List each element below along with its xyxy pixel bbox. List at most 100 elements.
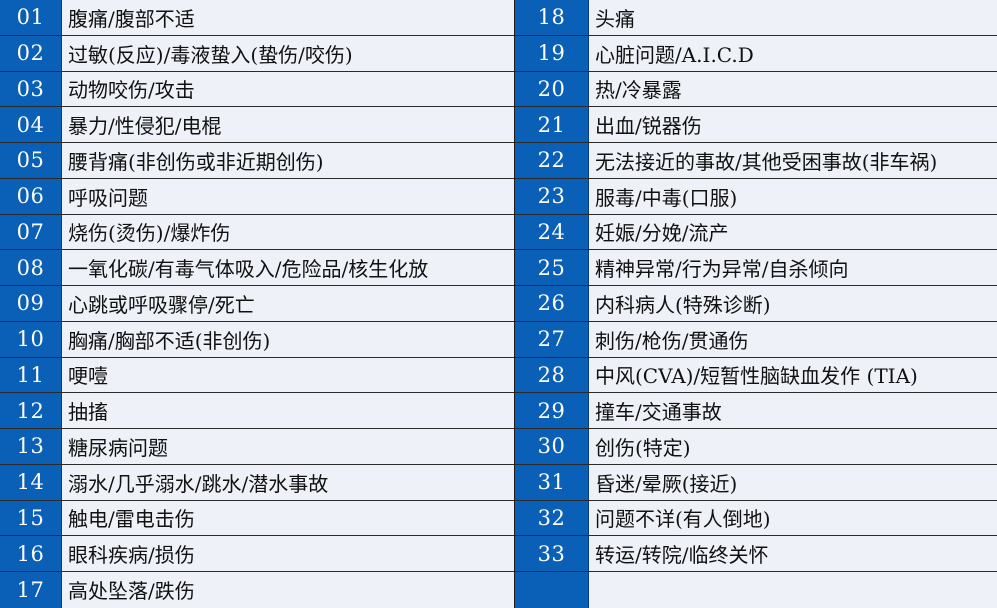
code-label: 呼吸问题 bbox=[62, 178, 514, 214]
code-label: 眼科疾病/损伤 bbox=[62, 536, 514, 571]
table-row: 17 高处坠落/跌伤 bbox=[0, 572, 514, 608]
table-row: 27 刺伤/枪伤/贯通伤 bbox=[515, 321, 997, 358]
code-number: 07 bbox=[0, 214, 62, 250]
table-row: 10 胸痛/胸部不适(非创伤) bbox=[0, 321, 514, 358]
code-number: 31 bbox=[515, 464, 589, 500]
code-label: 一氧化碳/有毒气体吸入/危险品/核生化放 bbox=[62, 250, 514, 285]
table-row: 33 转运/转院/临终关怀 bbox=[515, 536, 997, 572]
table-row: 24 妊娠/分娩/流产 bbox=[515, 214, 997, 251]
code-label: 抽搐 bbox=[62, 393, 514, 428]
protocol-code-table: 01 腹痛/腹部不适 02 过敏(反应)/毒液蛰入(蛰伤/咬伤) 03 动物咬伤/攻击… bbox=[0, 0, 997, 608]
code-label: 转运/转院/临终关怀 bbox=[589, 536, 997, 571]
code-label: 刺伤/枪伤/贯通伤 bbox=[589, 321, 997, 357]
code-label: 妊娠/分娩/流产 bbox=[589, 214, 997, 250]
table-row: 14 溺水/几乎溺水/跳水/潜水事故 bbox=[0, 464, 514, 501]
table-row: 15 触电/雷电击伤 bbox=[0, 500, 514, 537]
table-row: 31 昏迷/晕厥(接近) bbox=[515, 464, 997, 501]
table-row: 16 眼科疾病/损伤 bbox=[0, 536, 514, 572]
code-number: 13 bbox=[0, 429, 62, 464]
code-number: 30 bbox=[515, 429, 589, 464]
code-label: 热/冷暴露 bbox=[589, 71, 997, 107]
code-label: 心脏问题/A.I.C.D bbox=[589, 35, 997, 71]
code-number: 33 bbox=[515, 536, 589, 571]
code-number: 12 bbox=[0, 393, 62, 428]
table-row: 03 动物咬伤/攻击 bbox=[0, 71, 514, 108]
code-number: 24 bbox=[515, 214, 589, 250]
table-row: 26 内科病人(特殊诊断) bbox=[515, 286, 997, 322]
code-label bbox=[589, 572, 997, 608]
table-row: 06 呼吸问题 bbox=[0, 178, 514, 215]
code-label: 头痛 bbox=[589, 0, 997, 35]
code-label: 中风(CVA)/短暂性脑缺血发作 (TIA) bbox=[589, 357, 997, 393]
code-label: 心跳或呼吸骤停/死亡 bbox=[62, 286, 514, 321]
table-row: 32 问题不详(有人倒地) bbox=[515, 500, 997, 537]
table-row: 08 一氧化碳/有毒气体吸入/危险品/核生化放 bbox=[0, 250, 514, 286]
table-row: 28 中风(CVA)/短暂性脑缺血发作 (TIA) bbox=[515, 357, 997, 394]
table-row: 13 糖尿病问题 bbox=[0, 429, 514, 465]
table-row: 22 无法接近的事故/其他受困事故(非车祸) bbox=[515, 143, 997, 179]
code-number: 20 bbox=[515, 71, 589, 107]
code-number: 09 bbox=[0, 286, 62, 321]
table-row: 20 热/冷暴露 bbox=[515, 71, 997, 108]
code-number: 28 bbox=[515, 357, 589, 393]
code-label: 服毒/中毒(口服) bbox=[589, 178, 997, 214]
table-row: 12 抽搐 bbox=[0, 393, 514, 429]
table-row: 05 腰背痛(非创伤或非近期创伤) bbox=[0, 143, 514, 179]
table-row: 21 出血/锐器伤 bbox=[515, 107, 997, 143]
code-number: 25 bbox=[515, 250, 589, 285]
code-number: 22 bbox=[515, 143, 589, 178]
table-row: 07 烧伤(烫伤)/爆炸伤 bbox=[0, 214, 514, 251]
code-number: 18 bbox=[515, 0, 589, 35]
code-label: 糖尿病问题 bbox=[62, 429, 514, 464]
table-row: 23 服毒/中毒(口服) bbox=[515, 178, 997, 215]
code-label: 腰背痛(非创伤或非近期创伤) bbox=[62, 143, 514, 178]
code-number: 26 bbox=[515, 286, 589, 321]
table-row: 09 心跳或呼吸骤停/死亡 bbox=[0, 286, 514, 322]
table-row: 11 哽噎 bbox=[0, 357, 514, 394]
code-number: 11 bbox=[0, 357, 62, 393]
code-label: 撞车/交通事故 bbox=[589, 393, 997, 428]
code-number: 14 bbox=[0, 464, 62, 500]
code-label: 胸痛/胸部不适(非创伤) bbox=[62, 321, 514, 357]
table-row: 30 创伤(特定) bbox=[515, 429, 997, 465]
table-row: 25 精神异常/行为异常/自杀倾向 bbox=[515, 250, 997, 286]
code-number bbox=[515, 572, 589, 608]
code-label: 内科病人(特殊诊断) bbox=[589, 286, 997, 321]
code-number: 17 bbox=[0, 572, 62, 608]
code-label: 无法接近的事故/其他受困事故(非车祸) bbox=[589, 143, 997, 178]
code-label: 烧伤(烫伤)/爆炸伤 bbox=[62, 214, 514, 250]
code-label: 精神异常/行为异常/自杀倾向 bbox=[589, 250, 997, 285]
code-number: 19 bbox=[515, 35, 589, 71]
table-row: 02 过敏(反应)/毒液蛰入(蛰伤/咬伤) bbox=[0, 35, 514, 72]
code-label: 出血/锐器伤 bbox=[589, 107, 997, 142]
code-label: 动物咬伤/攻击 bbox=[62, 71, 514, 107]
table-row: 01 腹痛/腹部不适 bbox=[0, 0, 514, 36]
code-number: 08 bbox=[0, 250, 62, 285]
table-row: 29 撞车/交通事故 bbox=[515, 393, 997, 429]
code-label: 溺水/几乎溺水/跳水/潜水事故 bbox=[62, 464, 514, 500]
code-number: 21 bbox=[515, 107, 589, 142]
code-label: 创伤(特定) bbox=[589, 429, 997, 464]
code-number: 29 bbox=[515, 393, 589, 428]
code-number: 05 bbox=[0, 143, 62, 178]
code-number: 10 bbox=[0, 321, 62, 357]
code-label: 问题不详(有人倒地) bbox=[589, 500, 997, 536]
code-number: 23 bbox=[515, 178, 589, 214]
code-label: 触电/雷电击伤 bbox=[62, 500, 514, 536]
code-number: 32 bbox=[515, 500, 589, 536]
code-number: 15 bbox=[0, 500, 62, 536]
code-number: 16 bbox=[0, 536, 62, 571]
table-row: 18 头痛 bbox=[515, 0, 997, 36]
code-number: 27 bbox=[515, 321, 589, 357]
code-number: 01 bbox=[0, 0, 62, 35]
right-column: 18 头痛 19 心脏问题/A.I.C.D 20 热/冷暴露 21 出血/锐器伤 22 无… bbox=[514, 0, 997, 608]
code-number: 04 bbox=[0, 107, 62, 142]
code-number: 02 bbox=[0, 35, 62, 71]
left-column: 01 腹痛/腹部不适 02 过敏(反应)/毒液蛰入(蛰伤/咬伤) 03 动物咬伤/攻击… bbox=[0, 0, 514, 608]
table-row: 04 暴力/性侵犯/电棍 bbox=[0, 107, 514, 143]
table-row: 19 心脏问题/A.I.C.D bbox=[515, 35, 997, 72]
code-label: 暴力/性侵犯/电棍 bbox=[62, 107, 514, 142]
code-label: 哽噎 bbox=[62, 357, 514, 393]
code-label: 腹痛/腹部不适 bbox=[62, 0, 514, 35]
code-label: 过敏(反应)/毒液蛰入(蛰伤/咬伤) bbox=[62, 35, 514, 71]
